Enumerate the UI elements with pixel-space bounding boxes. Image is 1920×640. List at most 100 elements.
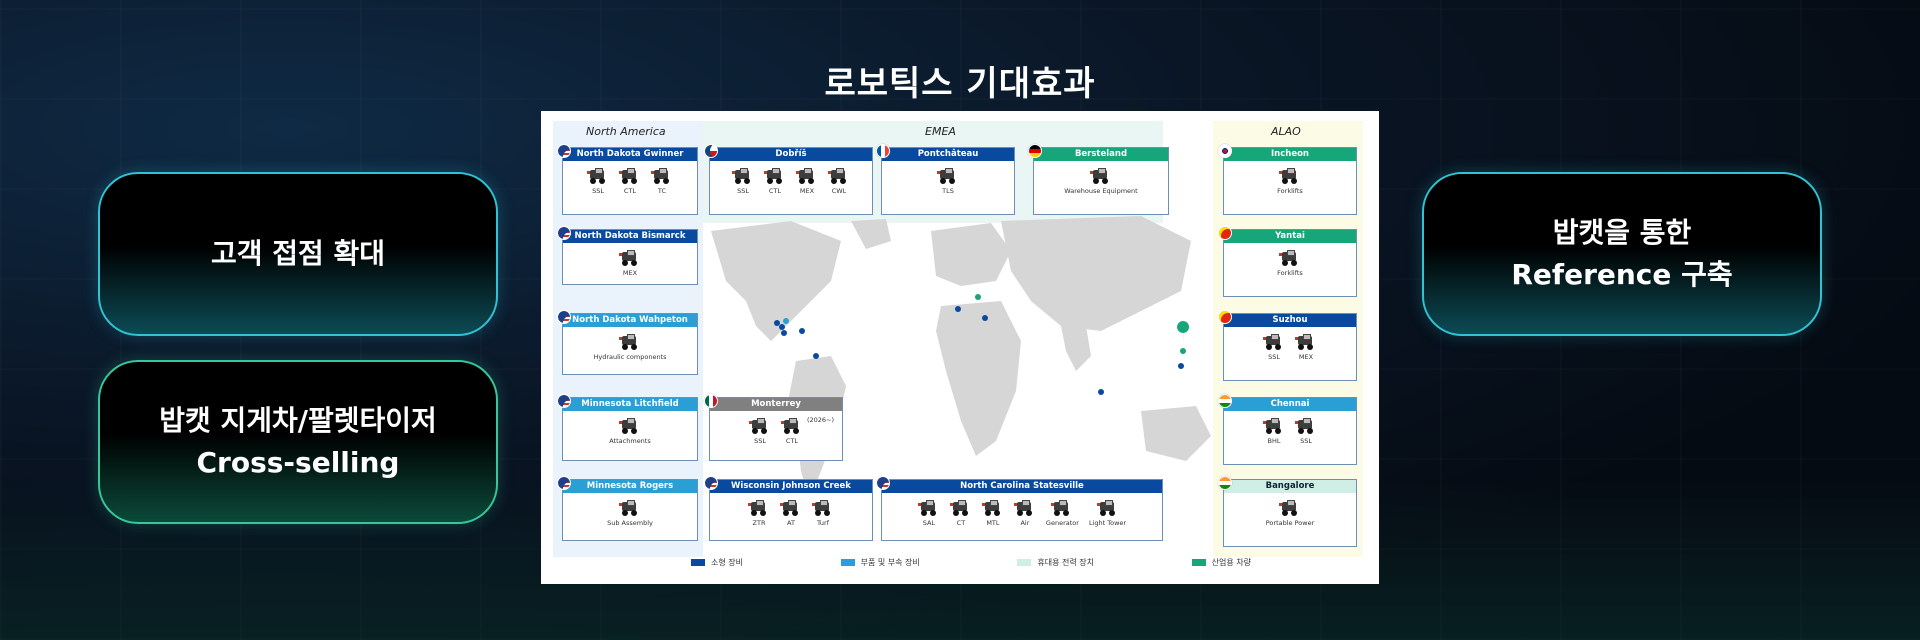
site-card: Bangalore Portable Power	[1218, 476, 1357, 547]
equipment-item: CTL	[781, 418, 803, 445]
equipment-label: MEX	[1298, 353, 1314, 361]
equipment-label: TLS	[942, 187, 954, 195]
site-card: Minnesota Litchfield Attachments	[557, 394, 698, 461]
machine-icon	[828, 168, 850, 184]
site-card-title: North Dakota Gwinner	[563, 148, 697, 161]
equipment-row: Portable Power	[1224, 493, 1356, 527]
site-card: North Dakota Gwinner SSL CTL TC	[557, 144, 698, 215]
country-flag-icon	[876, 476, 890, 490]
site-card-title: Minnesota Litchfield	[563, 398, 697, 411]
equipment-row: SAL CT MTL Air Generator Light Tower	[882, 493, 1162, 527]
site-card-title: North Dakota Bismarck	[563, 230, 697, 243]
machine-icon	[1295, 334, 1317, 350]
equipment-label: Hydraulic components	[593, 353, 667, 361]
equipment-item: Turf	[812, 500, 834, 527]
continent-asia	[1001, 216, 1191, 331]
machine-icon	[1279, 500, 1301, 516]
machine-icon	[749, 418, 771, 434]
site-card-title: Pontchâteau	[882, 148, 1014, 161]
benefit-pill-line: 밥캣 지게차/팔렛타이저	[159, 404, 437, 437]
site-card: Minnesota Rogers Sub Assembly	[557, 476, 698, 541]
legend-label: 부품 및 부속 장비	[860, 558, 920, 567]
equipment-label: AT	[787, 519, 795, 527]
site-dot	[982, 315, 988, 321]
equipment-item: MEX	[1295, 334, 1317, 361]
legend-swatch	[840, 559, 855, 566]
location-pin-icon	[1177, 321, 1190, 347]
site-card: North Carolina Statesville SAL CT MTL Air Gen…	[876, 476, 1163, 541]
country-flag-icon	[704, 394, 718, 408]
site-card-title: Bersteland	[1034, 148, 1168, 161]
country-flag-icon	[1218, 226, 1232, 240]
country-flag-icon	[1218, 310, 1232, 324]
equipment-item: CTL	[619, 168, 641, 195]
site-card-title: Monterrey	[710, 398, 842, 411]
equipment-label: Light Tower	[1088, 519, 1127, 527]
country-flag-icon	[704, 476, 718, 490]
country-flag-icon	[704, 144, 718, 158]
site-card: Dobříš SSL CTL MEX CWL	[704, 144, 873, 215]
equipment-item: ZTR	[748, 500, 770, 527]
equipment-label: SSL	[592, 187, 604, 195]
equipment-item: Forklifts	[1277, 250, 1303, 277]
site-dot	[1098, 389, 1104, 395]
site-card-title: Chennai	[1224, 398, 1356, 411]
site-card-title: Wisconsin Johnson Creek	[710, 480, 872, 493]
equipment-label: MEX	[622, 269, 638, 277]
machine-icon	[812, 500, 834, 516]
legend-swatch	[1191, 559, 1206, 566]
continent-australia	[1141, 406, 1211, 461]
legend-item: 부품 및 부속 장비	[840, 557, 920, 568]
equipment-label: Sub Assembly	[607, 519, 653, 527]
equipment-row: ZTR AT Turf	[710, 493, 872, 527]
equipment-row: Hydraulic components	[563, 327, 697, 361]
machine-icon	[1279, 250, 1301, 266]
equipment-item: Attachments	[609, 418, 651, 445]
equipment-label: MTL	[986, 519, 1000, 527]
machine-icon	[619, 250, 641, 266]
site-card: North Dakota Bismarck MEX	[557, 226, 698, 285]
machine-icon	[981, 500, 1004, 516]
site-card: Chennai BHL SSL	[1218, 394, 1357, 465]
equipment-item: Warehouse Equipment	[1064, 168, 1138, 195]
equipment-label: SSL	[1300, 437, 1312, 445]
equipment-row: SSL CTL TC	[563, 161, 697, 195]
equipment-label: SAL	[922, 519, 936, 527]
global-sites-map: North America EMEA ALAO North Dakota Gwi…	[541, 111, 1379, 584]
machine-icon	[732, 168, 754, 184]
machine-icon	[1051, 500, 1073, 516]
benefit-pill-cross-selling: 밥캣 지게차/팔렛타이저 Cross-selling	[98, 360, 498, 524]
machine-icon	[1096, 500, 1119, 516]
equipment-item: Sub Assembly	[607, 500, 653, 527]
equipment-row: Attachments	[563, 411, 697, 445]
machine-icon	[619, 168, 641, 184]
equipment-row: TLS	[882, 161, 1014, 195]
site-card: North Dakota Wahpeton Hydraulic component…	[557, 310, 698, 375]
country-flag-icon	[557, 144, 571, 158]
machine-icon	[1013, 500, 1036, 516]
equipment-label: Attachments	[609, 437, 651, 445]
site-card: Bersteland Warehouse Equipment	[1028, 144, 1169, 215]
legend-label: 소형 장비	[711, 558, 743, 567]
benefit-pill-line: Reference 구축	[1511, 258, 1733, 291]
map-legend: 소형 장비 부품 및 부속 장비 휴대용 전력 장치 산업용 차량	[691, 557, 1251, 568]
equipment-row: MEX	[563, 243, 697, 277]
equipment-item: SSL	[1263, 334, 1285, 361]
machine-icon	[949, 500, 972, 516]
equipment-item: BHL	[1263, 418, 1285, 445]
country-flag-icon	[557, 476, 571, 490]
machine-icon	[1089, 168, 1112, 184]
equipment-label: Portable Power	[1265, 519, 1315, 527]
machine-icon	[764, 168, 786, 184]
site-card-title: Suzhou	[1224, 314, 1356, 327]
equipment-item: SSL	[587, 168, 609, 195]
country-flag-icon	[876, 144, 890, 158]
equipment-label: CWL	[831, 187, 847, 195]
country-flag-icon	[1028, 144, 1042, 158]
site-card-title: Minnesota Rogers	[563, 480, 697, 493]
benefit-pill-line: Cross-selling	[196, 446, 400, 479]
equipment-label: CTL	[785, 437, 799, 445]
equipment-row: SSL CTL MEX CWL	[710, 161, 872, 195]
equipment-row: Sub Assembly	[563, 493, 697, 527]
machine-icon	[618, 334, 641, 350]
